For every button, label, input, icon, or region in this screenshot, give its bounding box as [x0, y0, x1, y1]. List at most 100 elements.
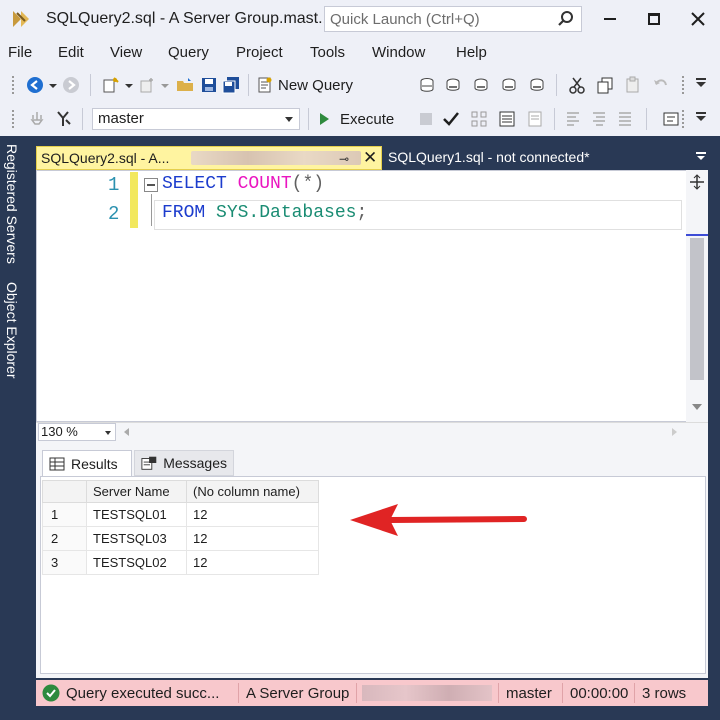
outline-line [151, 194, 152, 226]
count-cell[interactable]: 12 [186, 526, 319, 551]
open-folder-icon[interactable] [176, 76, 194, 94]
toolbar-grip[interactable] [682, 110, 686, 128]
menu-help[interactable]: Help [456, 44, 487, 61]
table-row[interactable]: 2 TESTSQL03 12 [42, 526, 319, 551]
maximize-icon [648, 13, 660, 25]
collapse-region-toggle[interactable] [144, 178, 158, 192]
parse-checkmark-icon[interactable] [442, 110, 460, 128]
close-icon [691, 12, 705, 26]
toolbar-grip[interactable] [12, 110, 14, 128]
split-editor-icon[interactable] [689, 174, 705, 190]
comment-icon[interactable] [564, 110, 582, 128]
server-name-cell[interactable]: TESTSQL01 [86, 502, 187, 527]
table-row[interactable]: 3 TESTSQL02 12 [42, 550, 319, 575]
change-connection-icon[interactable] [54, 110, 72, 128]
menu-project[interactable]: Project [236, 44, 283, 61]
new-project-icon[interactable] [102, 76, 120, 94]
zoom-level: 130 % [41, 424, 78, 439]
quick-launch-input[interactable] [325, 7, 545, 31]
count-cell[interactable]: 12 [186, 550, 319, 575]
display-plan-icon[interactable] [470, 110, 488, 128]
tab-sqlquery1[interactable]: SQLQuery1.sql - not connected* [388, 149, 590, 165]
standard-toolbar: New Query [0, 68, 720, 102]
grid-corner[interactable] [42, 480, 87, 503]
menu-window[interactable]: Window [372, 44, 425, 61]
toolbar-separator [90, 74, 91, 96]
toolbar-options-button[interactable] [694, 78, 708, 92]
new-project-dropdown-icon[interactable] [124, 76, 134, 94]
pin-icon[interactable]: ⊸ [339, 152, 349, 166]
toolbar-options-button[interactable] [694, 112, 708, 126]
toolbar-grip[interactable] [12, 76, 14, 94]
back-dropdown-icon[interactable] [48, 76, 58, 94]
back-icon[interactable] [26, 76, 44, 94]
status-separator [634, 683, 635, 703]
add-item-icon[interactable] [138, 76, 156, 94]
close-window-button[interactable] [680, 6, 716, 32]
undo-icon[interactable] [652, 76, 670, 94]
execute-label: Execute [340, 110, 395, 128]
row-number[interactable]: 2 [42, 526, 87, 551]
menu-file[interactable]: File [8, 44, 32, 61]
specify-template-values-icon[interactable] [662, 110, 680, 128]
row-number[interactable]: 3 [42, 550, 87, 575]
close-tab-icon[interactable]: ✕ [363, 148, 377, 168]
registered-servers-tab[interactable]: Registered Servers [4, 144, 20, 264]
column-header[interactable]: (No column name) [186, 480, 319, 503]
tab-overflow-icon[interactable] [694, 149, 708, 163]
save-all-icon[interactable] [222, 76, 240, 94]
dmx-query-icon[interactable] [472, 76, 490, 94]
code-line-2[interactable]: FROM SYS.Databases; [162, 203, 367, 223]
toolbar-separator [556, 74, 557, 96]
object-explorer-tab[interactable]: Object Explorer [4, 282, 20, 378]
ssms-app-icon [13, 11, 29, 27]
server-name-cell[interactable]: TESTSQL03 [86, 526, 187, 551]
uncomment-icon[interactable] [590, 110, 608, 128]
query-options-icon[interactable] [498, 110, 516, 128]
server-name-cell[interactable]: TESTSQL02 [86, 550, 187, 575]
code-line-1[interactable]: SELECT COUNT(*) [162, 174, 324, 194]
available-databases-select[interactable]: master [92, 108, 300, 130]
row-number[interactable]: 1 [42, 502, 87, 527]
mdx-query-icon[interactable] [444, 76, 462, 94]
menu-bar: File Edit View Query Project Tools Windo… [0, 38, 720, 68]
dax-query-icon[interactable] [528, 76, 546, 94]
connect-icon[interactable] [28, 110, 46, 128]
save-icon[interactable] [200, 76, 218, 94]
scroll-down-icon[interactable] [692, 404, 702, 410]
menu-edit[interactable]: Edit [58, 44, 84, 61]
scroll-left-icon[interactable] [124, 428, 129, 436]
new-query-button[interactable]: New Query [256, 74, 353, 96]
tab-messages[interactable]: Messages [134, 450, 234, 476]
add-item-dropdown-icon[interactable] [160, 76, 170, 94]
zoom-select[interactable]: 130 % [38, 423, 116, 441]
tab-results[interactable]: Results [42, 450, 132, 476]
status-separator [238, 683, 239, 703]
maximize-button[interactable] [636, 6, 672, 32]
column-header[interactable]: Server Name [86, 480, 187, 503]
search-icon[interactable] [557, 10, 575, 28]
minimize-button[interactable] [592, 6, 628, 32]
quick-launch-box[interactable] [324, 6, 582, 32]
paste-icon[interactable] [624, 76, 642, 94]
toolbar-grip[interactable] [682, 76, 686, 94]
execute-play-icon [320, 113, 329, 125]
menu-view[interactable]: View [110, 44, 142, 61]
menu-tools[interactable]: Tools [310, 44, 345, 61]
table-row[interactable]: 1 TESTSQL01 12 [42, 502, 319, 527]
indent-icon[interactable] [616, 110, 634, 128]
database-engine-query-icon[interactable] [418, 76, 436, 94]
execute-button[interactable]: Execute [318, 108, 394, 130]
scrollbar-thumb[interactable] [690, 238, 704, 380]
forward-icon[interactable] [62, 76, 80, 94]
copy-icon[interactable] [596, 76, 614, 94]
menu-query[interactable]: Query [168, 44, 209, 61]
tab-sqlquery2[interactable]: SQLQuery2.sql - A... ⊸ ✕ [36, 146, 382, 170]
xmla-query-icon[interactable] [500, 76, 518, 94]
new-query-label: New Query [278, 76, 354, 94]
count-cell[interactable]: 12 [186, 502, 319, 527]
results-to-file-icon[interactable] [526, 110, 544, 128]
stop-icon[interactable] [420, 113, 432, 125]
cut-icon[interactable] [568, 76, 586, 94]
scroll-right-icon[interactable] [672, 428, 677, 436]
